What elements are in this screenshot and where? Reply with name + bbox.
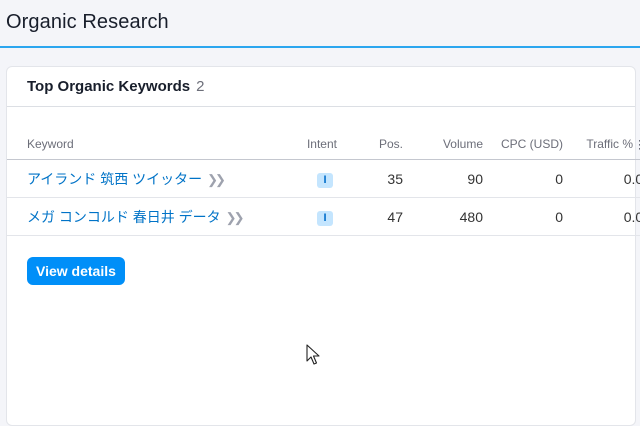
- top-keywords-card: Top Organic Keywords 2 Keyword Intent Pos…: [6, 66, 640, 426]
- keywords-table: Keyword Intent Pos. Volume CPC (USD) Tra…: [7, 129, 640, 236]
- keyword-link[interactable]: メガ コンコルド 春日井 データ: [27, 209, 221, 225]
- view-details-button[interactable]: View details: [27, 257, 125, 285]
- intent-cell: I: [275, 197, 341, 236]
- cpc-cell: 0: [483, 159, 563, 198]
- double-chevron-right-icon[interactable]: ❯❯: [226, 210, 245, 225]
- page-title: Organic Research: [6, 11, 169, 33]
- table-row: メガ コンコルド 春日井 データ ❯❯ I 47 480 0 0.00: [7, 197, 640, 236]
- table-header-row: Keyword Intent Pos. Volume CPC (USD) Tra…: [7, 129, 640, 160]
- intent-badge: I: [317, 210, 333, 226]
- mouse-cursor-icon: [306, 344, 320, 365]
- keyword-cell: アイランド 筑西 ツイッター ❯❯: [7, 159, 275, 198]
- table-row: アイランド 筑西 ツイッター ❯❯ I 35 90 0 0.00: [7, 159, 640, 198]
- keyword-link[interactable]: アイランド 筑西 ツイッター: [27, 171, 202, 187]
- column-cpc[interactable]: CPC (USD): [483, 129, 563, 160]
- cpc-cell: 0: [483, 197, 563, 236]
- card-header: Top Organic Keywords 2: [7, 67, 635, 107]
- column-traffic-label: Traffic %: [586, 137, 633, 151]
- position-cell: 35: [341, 159, 403, 198]
- position-cell: 47: [341, 197, 403, 236]
- keyword-count: 2: [196, 78, 205, 95]
- traffic-cell: 0.00: [563, 197, 640, 236]
- page-header: Organic Research: [0, 0, 640, 48]
- column-traffic[interactable]: Traffic %: [563, 129, 640, 160]
- intent-cell: I: [275, 159, 341, 198]
- traffic-cell: 0.00: [563, 159, 640, 198]
- double-chevron-right-icon[interactable]: ❯❯: [207, 172, 226, 187]
- volume-cell: 90: [403, 159, 483, 198]
- column-position[interactable]: Pos.: [341, 129, 403, 160]
- card-title: Top Organic Keywords: [27, 78, 191, 95]
- volume-cell: 480: [403, 197, 483, 236]
- column-intent[interactable]: Intent: [275, 129, 341, 160]
- intent-badge: I: [317, 172, 333, 188]
- column-volume[interactable]: Volume: [403, 129, 483, 160]
- column-keyword[interactable]: Keyword: [7, 129, 275, 160]
- keyword-cell: メガ コンコルド 春日井 データ ❯❯: [7, 197, 275, 236]
